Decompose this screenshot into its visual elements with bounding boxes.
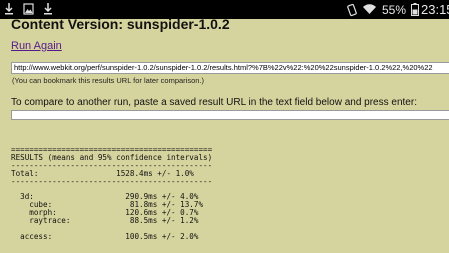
page-title: Content Version: sunspider-1.0.2 (11, 16, 230, 32)
results-block: ========================================… (11, 146, 212, 241)
run-again-link[interactable]: Run Again (11, 40, 62, 52)
results-row: raytrace: 88.5ms +/- 1.2% (11, 216, 199, 226)
bookmark-note: (You can bookmark this results URL for l… (12, 76, 205, 85)
battery-percent: 55% (382, 3, 407, 17)
results-row: access: 100.5ms +/- 2.0% (11, 231, 199, 241)
results-divider: ----------------------------------------… (11, 176, 213, 186)
compare-url-input[interactable] (11, 110, 449, 120)
compare-instructions: To compare to another run, paste a saved… (11, 97, 417, 108)
battery-icon (411, 3, 419, 21)
clock: 23:15 (421, 2, 449, 17)
wifi-icon (362, 2, 377, 21)
results-url-field[interactable]: http://www.webkit.org/perf/sunspider-1.0… (11, 62, 449, 74)
vibrate-icon (346, 3, 358, 22)
